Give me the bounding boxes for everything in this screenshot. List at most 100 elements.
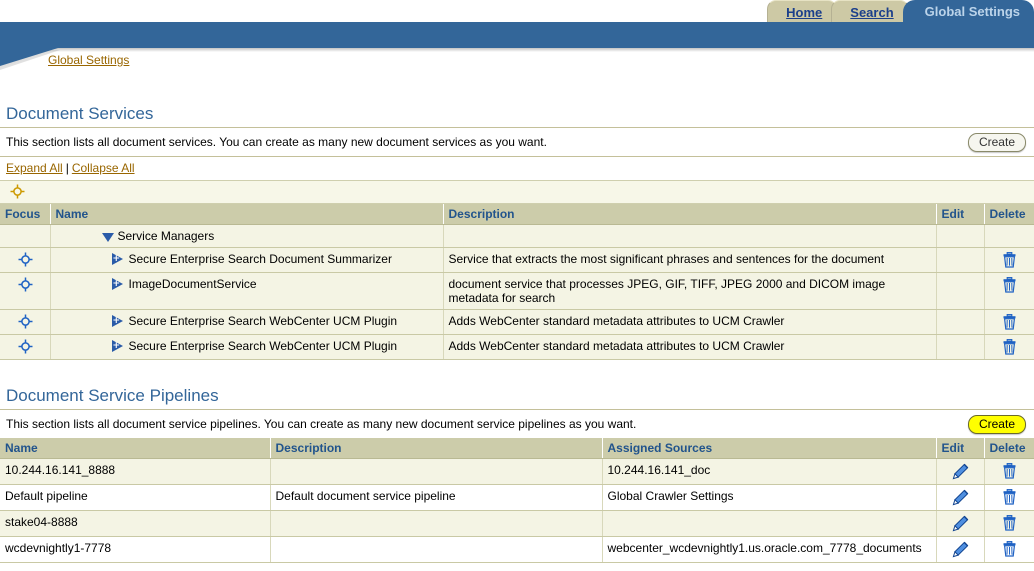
table-row[interactable]: Default pipeline Default document servic… <box>0 484 1034 511</box>
trash-icon[interactable] <box>1002 462 1017 479</box>
triangle-right-plus-icon[interactable]: + <box>111 253 125 265</box>
tree-toolbar-strip <box>0 180 1034 204</box>
tree-child-node[interactable]: + Secure Enterprise Search WebCenter UCM… <box>56 314 439 328</box>
tab-search-label: Search <box>850 4 894 20</box>
expand-collapse-bar: Expand All | Collapse All <box>0 157 1034 180</box>
cell-edit <box>936 272 985 310</box>
collapse-all-link[interactable]: Collapse All <box>72 161 135 175</box>
focus-crosshair-gold-icon[interactable] <box>10 184 25 199</box>
cell-description: Adds WebCenter standard metadata attribu… <box>443 334 937 360</box>
tree-node-label: Service Managers <box>117 229 215 243</box>
table-row[interactable]: + Secure Enterprise Search WebCenter UCM… <box>0 334 1034 360</box>
col-header-name: Name <box>50 204 444 225</box>
cell-description: Adds WebCenter standard metadata attribu… <box>443 309 937 335</box>
cell-focus[interactable] <box>0 334 51 360</box>
section-document-service-pipelines: Document Service Pipelines This section … <box>0 382 1034 563</box>
trash-icon[interactable] <box>1002 338 1017 355</box>
document-services-description-row: This section lists all document services… <box>0 128 1034 156</box>
col-header-description: Description <box>270 438 603 459</box>
cell-edit <box>936 224 985 248</box>
expand-all-link[interactable]: Expand All <box>6 161 63 175</box>
breadcrumb-global-settings[interactable]: Global Settings <box>48 53 129 67</box>
col-header-edit: Edit <box>936 204 985 225</box>
trash-icon[interactable] <box>1002 251 1017 268</box>
focus-crosshair-blue-icon[interactable] <box>18 252 33 267</box>
triangle-down-icon[interactable] <box>101 233 114 242</box>
focus-crosshair-blue-icon[interactable] <box>18 314 33 329</box>
triangle-right-plus-icon[interactable]: + <box>111 340 125 352</box>
tab-home[interactable]: Home <box>767 0 838 23</box>
cell-name: + ImageDocumentService <box>50 272 444 310</box>
col-header-description: Description <box>443 204 937 225</box>
col-header-delete: Delete <box>984 438 1034 459</box>
tree-child-node[interactable]: + Secure Enterprise Search WebCenter UCM… <box>56 339 439 353</box>
cell-assigned-sources: webcenter_wcdevnightly1.us.oracle.com_77… <box>602 536 937 563</box>
cell-assigned-sources: 10.244.16.141_doc <box>602 458 937 485</box>
tab-global-settings[interactable]: Global Settings <box>902 0 1034 23</box>
cell-description: Default document service pipeline <box>270 484 603 511</box>
tree-node-label: Secure Enterprise Search WebCenter UCM P… <box>128 314 398 328</box>
cell-edit[interactable] <box>936 458 985 485</box>
blue-header-band <box>0 22 1034 48</box>
pipelines-description: This section lists all document service … <box>6 417 637 431</box>
trash-icon[interactable] <box>1002 276 1017 293</box>
cell-delete[interactable] <box>984 247 1034 273</box>
create-pipeline-button[interactable]: Create <box>967 414 1026 434</box>
expand-separator: | <box>65 161 69 175</box>
cell-focus <box>0 224 51 248</box>
cell-description <box>270 458 603 485</box>
cell-delete[interactable] <box>984 458 1034 485</box>
create-document-service-button[interactable]: Create <box>967 132 1026 152</box>
trash-icon[interactable] <box>1002 514 1017 531</box>
cell-delete[interactable] <box>984 272 1034 310</box>
pencil-icon[interactable] <box>952 463 969 480</box>
tree-child-node[interactable]: + ImageDocumentService <box>56 277 439 291</box>
pipelines-description-row: This section lists all document service … <box>0 410 1034 438</box>
focus-crosshair-blue-icon[interactable] <box>18 277 33 292</box>
table-row[interactable]: 10.244.16.141_8888 10.244.16.141_doc <box>0 458 1034 485</box>
tree-child-node[interactable]: + Secure Enterprise Search Document Summ… <box>56 252 439 266</box>
trash-icon[interactable] <box>1002 488 1017 505</box>
cell-delete[interactable] <box>984 334 1034 360</box>
cell-description: Service that extracts the most significa… <box>443 247 937 273</box>
cell-focus[interactable] <box>0 309 51 335</box>
table-row[interactable]: + Secure Enterprise Search Document Summ… <box>0 247 1034 273</box>
cell-delete <box>984 224 1034 248</box>
cell-edit <box>936 309 985 335</box>
breadcrumb-label: Global Settings <box>48 53 130 67</box>
triangle-right-plus-icon[interactable]: + <box>111 315 125 327</box>
tab-search[interactable]: Search <box>831 0 909 23</box>
table-row[interactable]: + ImageDocumentService document service … <box>0 272 1034 310</box>
tree-node-label: Secure Enterprise Search WebCenter UCM P… <box>128 339 398 353</box>
triangle-right-plus-icon[interactable]: + <box>111 278 125 290</box>
cell-delete[interactable] <box>984 309 1034 335</box>
table-row[interactable]: stake04-8888 <box>0 510 1034 537</box>
cell-focus[interactable] <box>0 272 51 310</box>
cell-assigned-sources <box>602 510 937 537</box>
trash-icon[interactable] <box>1002 540 1017 557</box>
pencil-icon[interactable] <box>952 489 969 506</box>
focus-crosshair-blue-icon[interactable] <box>18 339 33 354</box>
pencil-icon[interactable] <box>952 515 969 532</box>
table-row[interactable]: wcdevnightly1-7778 webcenter_wcdevnightl… <box>0 536 1034 563</box>
table-row[interactable]: Service Managers <box>0 224 1034 248</box>
document-services-table: Focus Name Description Edit Delete Servi… <box>0 204 1034 360</box>
page-title-document-service-pipelines: Document Service Pipelines <box>6 386 219 405</box>
table-row[interactable]: + Secure Enterprise Search WebCenter UCM… <box>0 309 1034 335</box>
document-services-description: This section lists all document services… <box>6 135 547 149</box>
trash-icon[interactable] <box>1002 313 1017 330</box>
tree-root-node[interactable]: Service Managers <box>56 229 439 243</box>
cell-delete[interactable] <box>984 484 1034 511</box>
cell-edit[interactable] <box>936 510 985 537</box>
cell-edit[interactable] <box>936 536 985 563</box>
cell-delete[interactable] <box>984 536 1034 563</box>
pencil-icon[interactable] <box>952 541 969 558</box>
cell-delete[interactable] <box>984 510 1034 537</box>
cell-assigned-sources: Global Crawler Settings <box>602 484 937 511</box>
cell-name: + Secure Enterprise Search WebCenter UCM… <box>50 334 444 360</box>
cell-focus[interactable] <box>0 247 51 273</box>
table-header-row: Name Description Assigned Sources Edit D… <box>0 438 1034 459</box>
cell-name: 10.244.16.141_8888 <box>0 458 271 485</box>
cell-edit[interactable] <box>936 484 985 511</box>
